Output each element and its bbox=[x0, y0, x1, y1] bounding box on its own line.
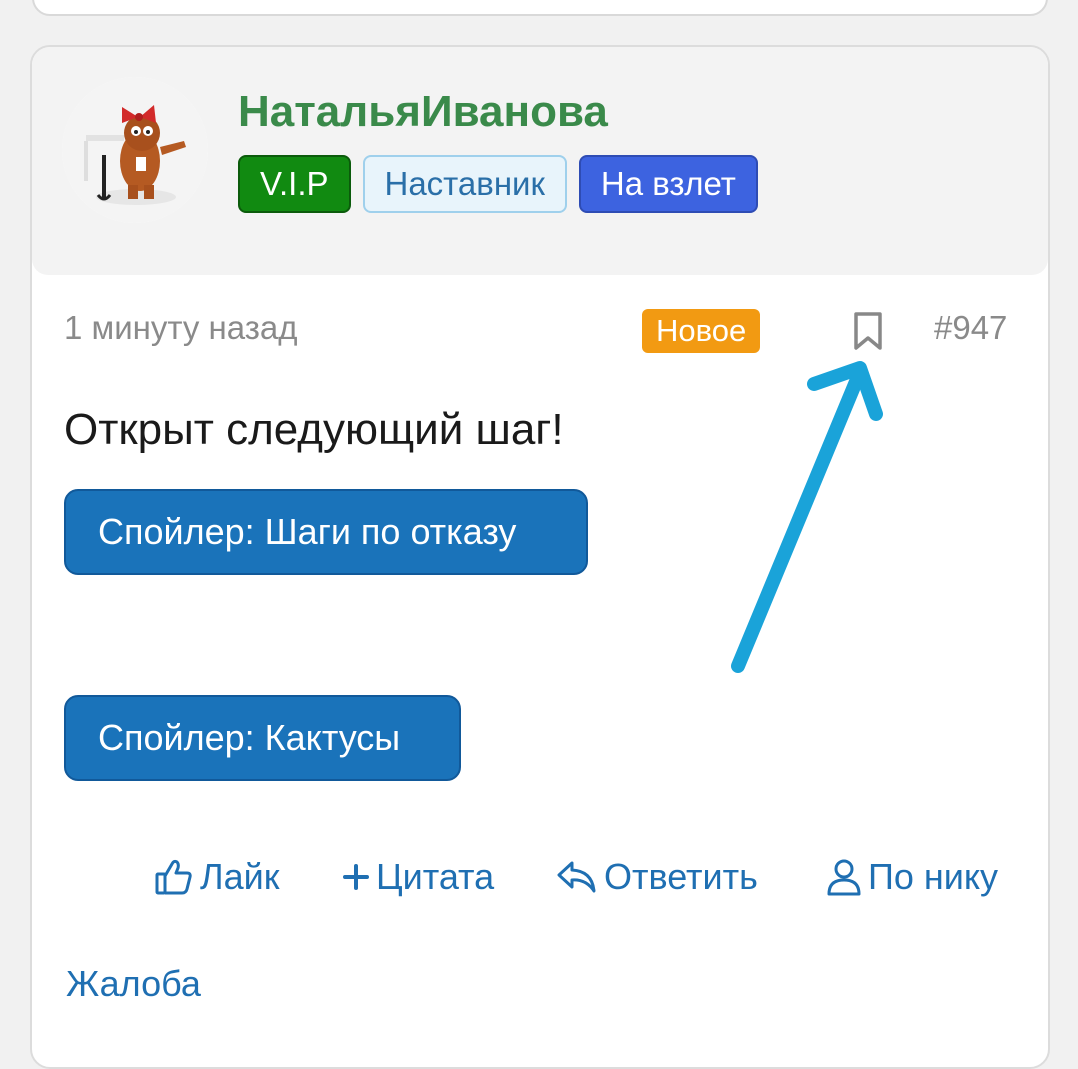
avatar[interactable] bbox=[62, 77, 208, 223]
user-icon bbox=[827, 859, 861, 896]
post-text: Открыт следующий шаг! bbox=[64, 405, 564, 454]
like-button[interactable]: Лайк bbox=[154, 855, 280, 899]
plus-icon bbox=[343, 864, 369, 890]
bookmark-icon[interactable] bbox=[850, 311, 886, 351]
reply-arrow-icon bbox=[557, 861, 596, 893]
quote-button[interactable]: Цитата bbox=[342, 855, 494, 899]
thumbs-up-icon bbox=[155, 859, 192, 895]
spoiler-button-cacti[interactable]: Спойлер: Кактусы bbox=[64, 695, 461, 781]
badge-vip: V.I.P bbox=[238, 155, 351, 213]
reply-label: Ответить bbox=[604, 856, 758, 897]
post-actions: Лайк Цитата Ответить По нику bbox=[32, 855, 1048, 899]
new-badge: Новое bbox=[642, 309, 761, 353]
previous-post-card bbox=[32, 0, 1048, 16]
author-badges: V.I.P Наставник На взлет bbox=[238, 155, 758, 213]
by-nick-button[interactable]: По нику bbox=[826, 855, 998, 899]
post-time[interactable]: 1 минуту назад bbox=[64, 309, 297, 347]
quote-label: Цитата bbox=[376, 856, 495, 897]
avatar-image bbox=[62, 77, 208, 223]
complaint-link[interactable]: Жалоба bbox=[66, 963, 201, 1005]
by-nick-label: По нику bbox=[868, 856, 999, 897]
reply-button[interactable]: Ответить bbox=[556, 855, 758, 899]
post-number[interactable]: #947 bbox=[934, 309, 1007, 347]
author-name[interactable]: НатальяИванова bbox=[238, 87, 608, 137]
forum-post: НатальяИванова V.I.P Наставник На взлет … bbox=[30, 45, 1050, 1069]
badge-takeoff: На взлет bbox=[578, 155, 758, 213]
like-label: Лайк bbox=[200, 856, 280, 897]
badge-mentor: Наставник bbox=[362, 155, 567, 213]
author-header: НатальяИванова V.I.P Наставник На взлет bbox=[32, 47, 1048, 275]
spoiler-button-steps[interactable]: Спойлер: Шаги по отказу bbox=[64, 489, 588, 575]
